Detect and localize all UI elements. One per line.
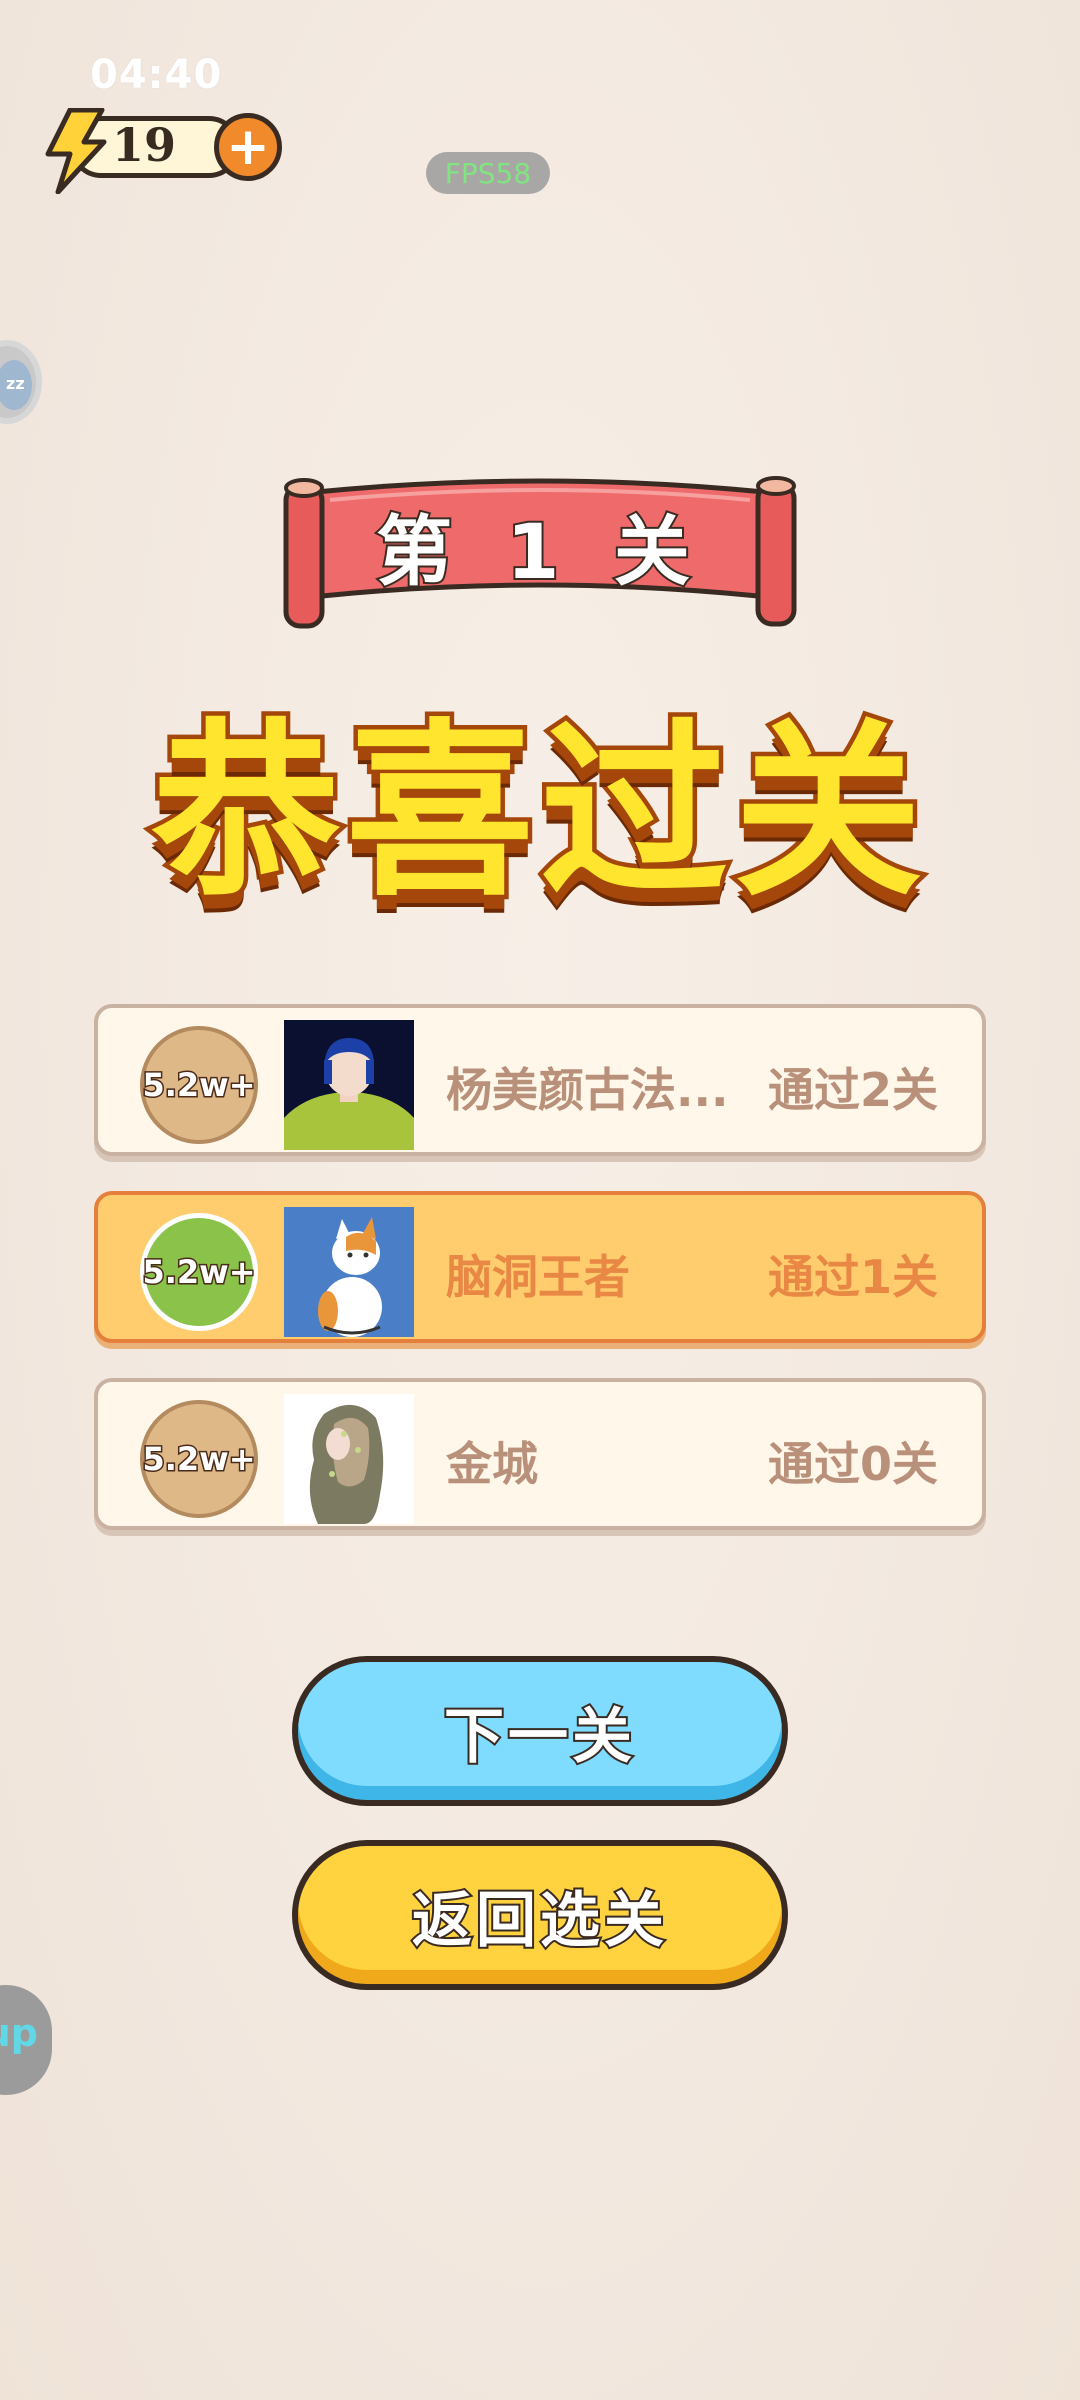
level-number-text: 第 1 关 bbox=[374, 505, 704, 598]
status-time: 04:40 bbox=[90, 52, 223, 98]
floating-up-button[interactable]: up bbox=[0, 1985, 52, 2095]
player-name: 杨美颜古法... bbox=[446, 1063, 729, 1117]
score-badge: 5.2w+ bbox=[140, 1400, 258, 1518]
levels-passed: 通过2关 bbox=[767, 1063, 938, 1117]
player-avatar bbox=[284, 1020, 414, 1150]
lightning-icon bbox=[45, 108, 107, 194]
floating-assistant-bubble[interactable]: zz bbox=[0, 340, 42, 424]
leaderboard-row-current-player: 5.2w+ 脑洞王者 通过1关 bbox=[94, 1191, 986, 1343]
add-energy-button[interactable]: + bbox=[214, 113, 282, 181]
back-to-level-select-button[interactable]: 返回选关 bbox=[292, 1840, 788, 1990]
next-level-button[interactable]: 下一关 bbox=[292, 1656, 788, 1806]
assistant-bubble-text: zz bbox=[6, 374, 25, 393]
player-name: 脑洞王者 bbox=[446, 1250, 630, 1304]
leaderboard-row: 5.2w+ 杨美颜古法... 通过2关 bbox=[94, 1004, 986, 1156]
score-badge: 5.2w+ bbox=[140, 1213, 258, 1331]
player-name: 金城 bbox=[446, 1437, 538, 1491]
leaderboard-row: 5.2w+ 金城 通过0关 bbox=[94, 1378, 986, 1530]
up-button-label: up bbox=[0, 2011, 38, 2055]
score-badge: 5.2w+ bbox=[140, 1026, 258, 1144]
level-cleared-title: 恭喜过关 bbox=[148, 699, 928, 927]
player-avatar bbox=[284, 1207, 414, 1337]
plus-icon: + bbox=[226, 117, 270, 177]
levels-passed: 通过1关 bbox=[767, 1250, 938, 1304]
levels-passed: 通过0关 bbox=[767, 1437, 938, 1491]
fps-counter: FPS58 bbox=[426, 152, 550, 194]
player-avatar bbox=[284, 1394, 414, 1524]
energy-count: 19 bbox=[112, 118, 177, 172]
